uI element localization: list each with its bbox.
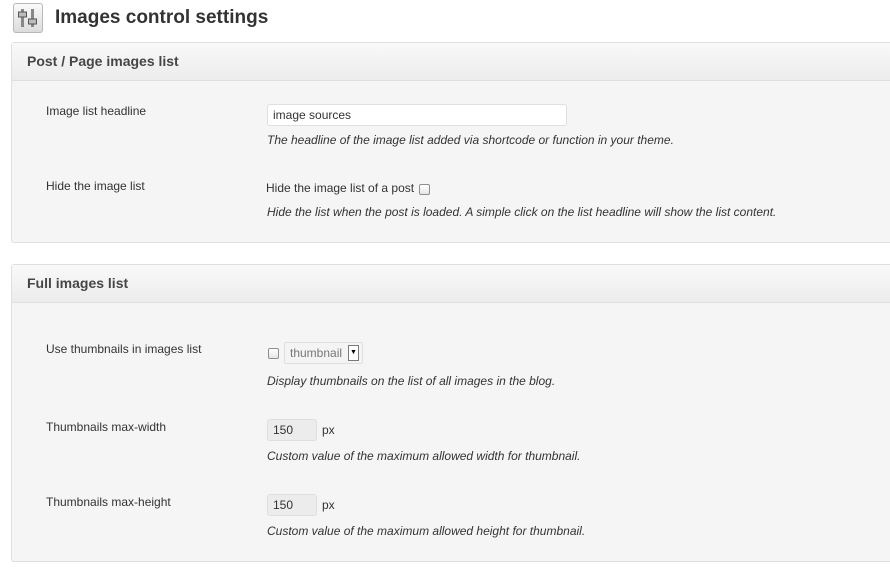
hide-image-list-checkbox-label[interactable]: Hide the image list of a post — [266, 181, 414, 195]
thumbnail-size-select-value: thumbnail — [290, 346, 343, 360]
use-thumbnails-description: Display thumbnails on the list of all im… — [267, 374, 556, 388]
post-page-images-list-section: Post / Page images list Image list headl… — [11, 42, 890, 243]
thumbnail-size-select[interactable]: thumbnail ▼ — [284, 342, 363, 364]
thumbnails-max-width-unit: px — [322, 423, 335, 437]
use-thumbnails-label: Use thumbnails in images list — [46, 342, 202, 356]
thumbnails-max-height-description: Custom value of the maximum allowed heig… — [267, 524, 586, 538]
image-list-headline-description: The headline of the image list added via… — [267, 133, 674, 147]
section-title: Post / Page images list — [12, 43, 890, 81]
image-list-headline-label: Image list headline — [46, 104, 147, 118]
thumbnails-max-width-label: Thumbnails max-width — [46, 420, 167, 434]
hide-image-list-description: Hide the list when the post is loaded. A… — [267, 205, 777, 219]
page-title: Images control settings — [55, 7, 269, 28]
settings-sliders-icon — [13, 3, 43, 33]
chevron-down-icon[interactable]: ▼ — [348, 345, 359, 361]
thumbnails-max-height-label: Thumbnails max-height — [46, 495, 171, 509]
image-list-headline-input[interactable]: image sources — [267, 104, 567, 126]
thumbnails-max-width-description: Custom value of the maximum allowed widt… — [267, 449, 581, 463]
thumbnails-max-height-input[interactable]: 150 — [267, 494, 317, 516]
full-images-list-section: Full images list Use thumbnails in image… — [11, 264, 890, 562]
thumbnails-max-height-unit: px — [322, 498, 335, 512]
hide-image-list-checkbox[interactable] — [419, 184, 430, 195]
thumbnails-max-width-input[interactable]: 150 — [267, 419, 317, 441]
hide-image-list-label: Hide the image list — [46, 179, 145, 193]
section-title: Full images list — [12, 265, 890, 303]
use-thumbnails-checkbox[interactable] — [268, 348, 279, 359]
